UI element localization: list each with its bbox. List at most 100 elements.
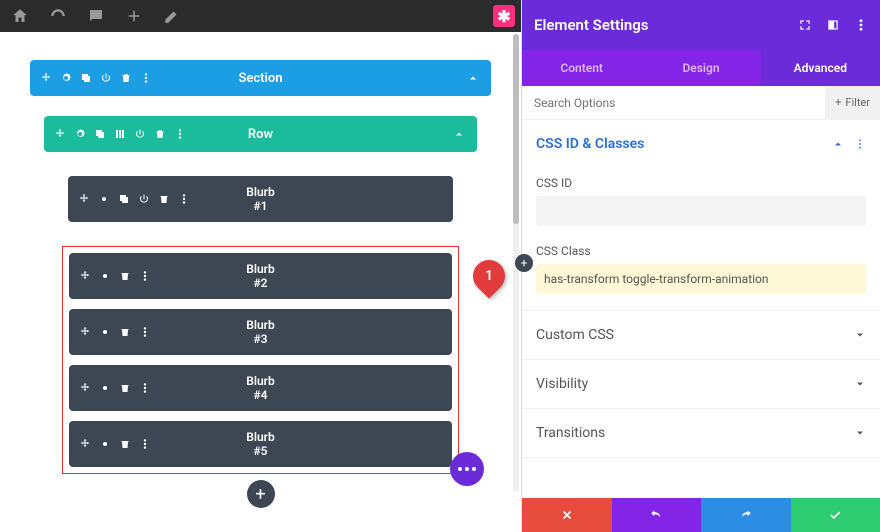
blurb-group-highlighted: Blurb #2 Blurb #3 bbox=[62, 246, 459, 474]
css-id-input[interactable] bbox=[536, 196, 866, 226]
row-label: Row bbox=[248, 127, 273, 142]
gear-icon[interactable] bbox=[99, 438, 111, 450]
dock-icon[interactable] bbox=[826, 18, 840, 32]
css-class-label: CSS Class bbox=[536, 244, 866, 258]
power-icon[interactable] bbox=[100, 72, 112, 84]
redo-button[interactable] bbox=[701, 498, 791, 532]
annotation-callout: 1 bbox=[473, 260, 505, 292]
settings-tabs: Content Design Advanced bbox=[522, 50, 880, 86]
blurb-item[interactable]: Blurb #4 bbox=[69, 365, 452, 411]
panel-header: Element Settings bbox=[522, 0, 880, 50]
more-icon[interactable] bbox=[139, 326, 151, 338]
add-module-button[interactable]: + bbox=[247, 480, 275, 508]
more-icon[interactable] bbox=[140, 72, 152, 84]
section-tools bbox=[30, 72, 152, 84]
chevron-up-icon bbox=[832, 138, 844, 150]
callout-number: 1 bbox=[485, 268, 493, 284]
panel-drag-handle[interactable]: + bbox=[515, 254, 533, 272]
duplicate-icon[interactable] bbox=[80, 72, 92, 84]
more-icon[interactable] bbox=[139, 382, 151, 394]
row-bar[interactable]: Row bbox=[44, 116, 477, 152]
trash-icon[interactable] bbox=[120, 72, 132, 84]
more-icon[interactable] bbox=[139, 270, 151, 282]
dashboard-icon[interactable] bbox=[48, 6, 68, 26]
columns-icon[interactable] bbox=[114, 128, 126, 140]
gear-icon[interactable] bbox=[74, 128, 86, 140]
power-icon[interactable] bbox=[138, 193, 150, 205]
chevron-down-icon bbox=[854, 378, 866, 390]
acc-head-custom-css[interactable]: Custom CSS bbox=[522, 311, 880, 359]
trash-icon[interactable] bbox=[119, 438, 131, 450]
duplicate-icon[interactable] bbox=[118, 193, 130, 205]
acc-head-css[interactable]: CSS ID & Classes bbox=[522, 120, 880, 168]
acc-custom-css: Custom CSS bbox=[522, 311, 880, 360]
collapse-icon[interactable] bbox=[453, 125, 465, 144]
gear-icon[interactable] bbox=[98, 193, 110, 205]
gear-icon[interactable] bbox=[99, 326, 111, 338]
scrollbar-thumb[interactable] bbox=[513, 34, 519, 224]
panel-title: Element Settings bbox=[534, 16, 649, 34]
more-icon[interactable] bbox=[174, 128, 186, 140]
gear-icon[interactable] bbox=[60, 72, 72, 84]
move-icon[interactable] bbox=[79, 270, 91, 282]
undo-button[interactable] bbox=[612, 498, 702, 532]
move-icon[interactable] bbox=[78, 193, 90, 205]
chevron-down-icon bbox=[854, 427, 866, 439]
search-row: + Filter bbox=[522, 86, 880, 120]
blurb-item[interactable]: Blurb #3 bbox=[69, 309, 452, 355]
section-bar[interactable]: Section bbox=[30, 60, 491, 96]
more-icon[interactable] bbox=[139, 438, 151, 450]
move-icon[interactable] bbox=[40, 72, 52, 84]
chevron-down-icon bbox=[854, 329, 866, 341]
save-button[interactable] bbox=[791, 498, 880, 532]
gear-icon[interactable] bbox=[99, 382, 111, 394]
edit-icon[interactable] bbox=[162, 6, 182, 26]
section-label: Section bbox=[238, 71, 282, 86]
blurb-item[interactable]: Blurb #5 bbox=[69, 421, 452, 467]
settings-panel: + Element Settings Content Design Advanc… bbox=[521, 0, 880, 532]
css-class-input[interactable] bbox=[536, 264, 866, 294]
blurb-label: Blurb #4 bbox=[246, 374, 275, 403]
move-icon[interactable] bbox=[54, 128, 66, 140]
search-input[interactable] bbox=[522, 96, 825, 110]
tab-design[interactable]: Design bbox=[641, 50, 760, 86]
plus-icon[interactable] bbox=[124, 6, 144, 26]
trash-icon[interactable] bbox=[119, 326, 131, 338]
more-icon[interactable] bbox=[854, 18, 868, 32]
acc-head-transitions[interactable]: Transitions bbox=[522, 409, 880, 457]
brand-badge: ✱ bbox=[493, 5, 515, 27]
blurb-label: Blurb #2 bbox=[246, 262, 275, 291]
trash-icon[interactable] bbox=[119, 382, 131, 394]
move-icon[interactable] bbox=[79, 382, 91, 394]
comment-icon[interactable] bbox=[86, 6, 106, 26]
gear-icon[interactable] bbox=[99, 270, 111, 282]
acc-head-visibility[interactable]: Visibility bbox=[522, 360, 880, 408]
more-icon[interactable] bbox=[854, 135, 866, 154]
blurb-item[interactable]: Blurb #2 bbox=[69, 253, 452, 299]
expand-icon[interactable] bbox=[798, 18, 812, 32]
blurb-label: Blurb #1 bbox=[246, 185, 275, 214]
builder-canvas: ✱ Section bbox=[0, 0, 521, 532]
more-icon[interactable] bbox=[178, 193, 190, 205]
trash-icon[interactable] bbox=[154, 128, 166, 140]
cancel-button[interactable] bbox=[522, 498, 612, 532]
blurb-label: Blurb #5 bbox=[246, 430, 275, 459]
top-toolbar: ✱ bbox=[0, 0, 521, 32]
tab-content[interactable]: Content bbox=[522, 50, 641, 86]
row-tools bbox=[44, 128, 186, 140]
canvas-area: Section Row bbox=[0, 32, 521, 508]
power-icon[interactable] bbox=[134, 128, 146, 140]
collapse-icon[interactable] bbox=[467, 69, 479, 88]
filter-button[interactable]: + Filter bbox=[825, 86, 880, 120]
move-icon[interactable] bbox=[79, 438, 91, 450]
tab-advanced[interactable]: Advanced bbox=[761, 50, 880, 86]
duplicate-icon[interactable] bbox=[94, 128, 106, 140]
fab-menu-button[interactable] bbox=[450, 452, 484, 486]
blurb-item[interactable]: Blurb #1 bbox=[68, 176, 453, 222]
acc-css-id-classes: CSS ID & Classes CSS ID CSS Class bbox=[522, 120, 880, 311]
trash-icon[interactable] bbox=[119, 270, 131, 282]
home-icon[interactable] bbox=[10, 6, 30, 26]
blurb-label: Blurb #3 bbox=[246, 318, 275, 347]
trash-icon[interactable] bbox=[158, 193, 170, 205]
move-icon[interactable] bbox=[79, 326, 91, 338]
